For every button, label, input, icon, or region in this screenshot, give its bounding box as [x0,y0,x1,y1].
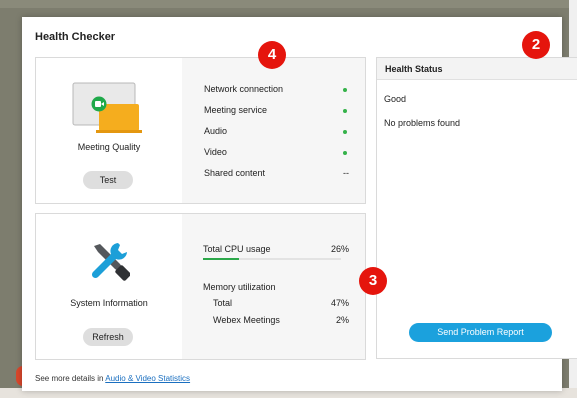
memory-webex-row: Webex Meetings 2% [213,315,349,325]
refresh-button[interactable]: Refresh [83,328,133,346]
status-row-label: Meeting service [204,105,268,115]
cpu-usage-row: Total CPU usage 26% [203,244,349,254]
health-status-detail: No problems found [384,118,461,128]
meeting-quality-panel: Meeting Quality Test Network connection … [35,57,366,204]
status-ok-dot [343,109,347,113]
footer-text: See more details in [35,374,106,383]
status-row-video: Video [204,147,349,161]
annotation-badge-4: 4 [258,41,286,69]
status-ok-dot [343,130,347,134]
status-row-shared-content: Shared content -- [204,168,349,182]
status-row-network: Network connection [204,84,349,98]
meeting-quality-label: Meeting Quality [77,142,141,152]
status-row-meeting-service: Meeting service [204,105,349,119]
wrench-screwdriver-icon [91,243,130,281]
health-status-header: Health Status [377,58,577,80]
health-status-summary: Good [384,94,407,104]
cpu-usage-value: 26% [330,244,349,254]
health-checker-window: Health Checker Meeting Quality Test Netw… [22,17,577,391]
system-information-panel: System Information Refresh Total CPU usa… [35,213,366,360]
window-title: Health Checker [35,31,116,43]
health-status-panel: Health Status Good No problems found Sen… [376,57,577,359]
memory-utilization-label: Memory utilization [203,282,276,292]
meeting-quality-details: Network connection Meeting service Audio… [182,58,365,203]
memory-webex-label: Webex Meetings [213,315,280,325]
status-row-label: Audio [204,126,228,136]
meeting-quality-summary: Meeting Quality Test [36,58,182,203]
status-row-label: Shared content [204,168,266,178]
system-information-label: System Information [70,298,148,308]
status-row-audio: Audio [204,126,349,140]
memory-total-row: Total 47% [213,298,349,308]
memory-total-value: 47% [330,298,349,308]
cpu-usage-label: Total CPU usage [203,244,271,254]
cpu-usage-bar [203,258,341,260]
test-button[interactable]: Test [83,171,133,189]
status-row-label: Network connection [204,84,284,94]
memory-utilization-row: Memory utilization [203,282,349,292]
send-problem-report-button[interactable]: Send Problem Report [409,323,552,342]
system-information-details: Total CPU usage 26% Memory utilization T… [182,214,365,359]
status-row-value: -- [343,168,349,178]
memory-webex-value: 2% [335,315,349,325]
background-top [0,0,577,8]
meeting-quality-icon [72,82,142,133]
footer-note: See more details in Audio & Video Statis… [35,374,190,383]
cpu-usage-bar-fill [203,258,239,260]
status-row-label: Video [204,147,227,157]
audio-video-statistics-link[interactable]: Audio & Video Statistics [105,374,190,383]
memory-total-label: Total [213,298,233,308]
annotation-badge-3: 3 [359,267,387,295]
status-ok-dot [343,151,347,155]
annotation-badge-2: 2 [522,31,550,59]
system-information-summary: System Information Refresh [36,214,182,359]
status-ok-dot [343,88,347,92]
